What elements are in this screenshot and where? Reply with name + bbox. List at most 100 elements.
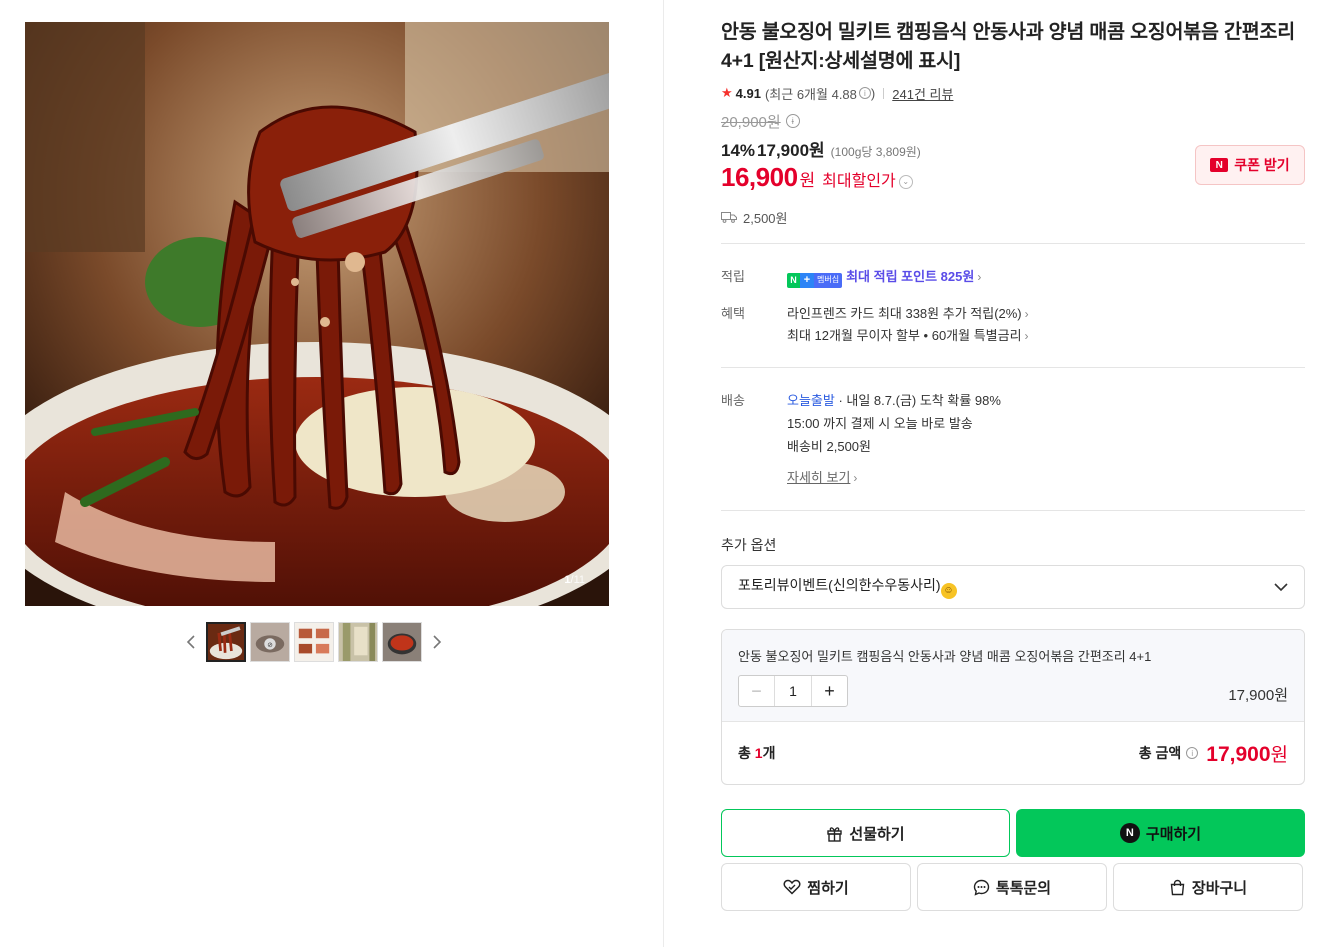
sale-price-currency: 원	[809, 141, 825, 160]
price-block: 20,900원 i 14% 17,900원 (100g당 3,809원) 16,…	[721, 110, 1305, 226]
chevron-right-icon: ›	[1024, 329, 1029, 343]
wish-button[interactable]: 찜하기	[721, 863, 911, 911]
product-title: 안동 불오징어 밀키트 캠핑음식 안동사과 양념 매콤 오징어볶음 간편조리 4…	[721, 21, 1295, 72]
option-selected-value: 포토리뷰이벤트(신의한수우동사리) ☺	[738, 575, 957, 599]
thumbnail-image	[208, 624, 244, 660]
thumbnail-4[interactable]	[338, 622, 378, 662]
quantity-decrease-button[interactable]: −	[739, 676, 775, 706]
delivery-cutoff: 15:00 까지 결제 시 오늘 바로 발송	[787, 416, 973, 431]
delivery-label: 배송	[721, 393, 745, 408]
option-select[interactable]: 포토리뷰이벤트(신의한수우동사리) ☺	[721, 565, 1305, 609]
total-amount: 총 금액 i 17,900원	[1139, 740, 1288, 767]
buy-button[interactable]: N 구매하기	[1016, 809, 1305, 857]
total-count-suffix: 개	[762, 745, 776, 761]
chevron-down-icon	[1274, 582, 1288, 591]
thumbnail-prev-button[interactable]	[180, 622, 202, 662]
gift-button[interactable]: 선물하기	[721, 809, 1010, 857]
thumbnail-1[interactable]	[206, 622, 246, 662]
naver-membership-badge: N + 멤버십	[787, 272, 843, 288]
truck-icon	[721, 212, 737, 223]
original-price: 20,900원 i	[721, 110, 1305, 132]
info-icon[interactable]: i	[858, 87, 871, 99]
delivery-details-link[interactable]: 자세히 보기 ›	[787, 466, 1305, 490]
best-price-currency: 원	[799, 171, 816, 190]
delivery-fee: 배송비 2,500원	[787, 439, 871, 454]
counter-current: 1	[564, 574, 571, 586]
points-info[interactable]: N + 멤버십 최대 적립 포인트 825원 ›	[787, 266, 1305, 288]
recent-rating: (최근 6개월 4.88	[764, 86, 857, 102]
cart-button[interactable]: 장바구니	[1113, 863, 1303, 911]
total-count-value: 1	[754, 745, 763, 761]
talk-button[interactable]: 톡톡문의	[917, 863, 1107, 911]
counter-total: /11	[570, 574, 585, 586]
options-label: 추가 옵션	[721, 537, 777, 553]
best-price: 16,900	[721, 162, 798, 192]
price-info-icon[interactable]: i	[785, 114, 800, 128]
rating-score: 4.91	[735, 85, 761, 101]
gift-button-label: 선물하기	[849, 825, 905, 843]
shipping-fee: 2,500원	[743, 210, 788, 226]
svg-text:⊘: ⊘	[267, 641, 273, 649]
cart-button-label: 장바구니	[1191, 879, 1248, 897]
membership-badge-label: 멤버십	[814, 272, 843, 288]
primary-actions: 선물하기 N 구매하기	[721, 809, 1305, 857]
heart-icon	[783, 879, 801, 895]
order-total: 총 1개 총 금액 i 17,900원	[722, 722, 1304, 784]
main-product-image[interactable]: 1/11	[25, 22, 609, 606]
points-label: 적립	[721, 269, 745, 284]
coupon-button-label: 쿠폰 받기	[1234, 157, 1290, 173]
star-icon: ★	[721, 85, 733, 100]
divider	[721, 510, 1305, 511]
details-link-label: 자세히 보기	[787, 470, 851, 485]
delivery-arrival: · 내일 8.7.(금) 도착 확률 98%	[834, 393, 1001, 408]
quantity-stepper: − 1 +	[738, 675, 848, 707]
chevron-right-icon: ›	[977, 270, 982, 284]
review-count-link[interactable]: 241건 리뷰	[892, 84, 953, 103]
squid-dish-photo	[25, 22, 609, 606]
discount-rate: 14%	[721, 141, 756, 160]
delivery-info: 오늘출발 · 내일 8.7.(금) 도착 확률 98% 15:00 까지 결제 …	[787, 389, 1305, 490]
total-count-prefix: 총	[738, 745, 755, 761]
today-ship-badge: 오늘출발	[787, 393, 835, 408]
delivery-row: 배송 오늘출발 · 내일 8.7.(금) 도착 확률 98% 15:00 까지 …	[721, 389, 1305, 490]
chevron-right-icon: ›	[853, 471, 858, 485]
benefit-installment-link[interactable]: 최대 12개월 무이자 할부 • 60개월 특별금리 ›	[787, 325, 1305, 347]
thumbnail-image	[383, 623, 421, 661]
chevron-right-icon	[433, 635, 442, 649]
selected-item: 안동 불오징어 밀키트 캠핑음식 안동사과 양념 매콤 오징어볶음 간편조리 4…	[722, 630, 1304, 722]
divider	[883, 87, 885, 99]
original-price-value: 20,900원	[721, 113, 781, 131]
benefit-card-text: 라인프렌즈 카드 최대 338원 추가 적립(2%)	[787, 306, 1022, 321]
best-price-toggle[interactable]: 최대할인가	[822, 167, 896, 191]
unit-price: (100g당 3,809원)	[830, 145, 921, 159]
rating-row: ★ 4.91 (최근 6개월 4.88 i ) 241건 리뷰	[721, 84, 1305, 102]
gift-icon	[827, 826, 843, 842]
total-amount-label: 총 금액	[1138, 745, 1182, 761]
option-selected-text: 포토리뷰이벤트(신의한수우동사리)	[738, 577, 941, 594]
chevron-right-icon: ›	[1024, 307, 1029, 321]
benefit-installment-text: 최대 12개월 무이자 할부 • 60개월 특별금리	[787, 328, 1022, 343]
naver-n-icon: N	[1119, 823, 1140, 843]
quantity-increase-button[interactable]: +	[811, 676, 847, 706]
wish-button-label: 찜하기	[807, 879, 849, 897]
total-price: 17,900원	[1206, 740, 1288, 767]
thumbnail-3[interactable]	[294, 622, 334, 662]
total-price-currency: 원	[1270, 744, 1288, 766]
thumbnail-5[interactable]	[382, 622, 422, 662]
coupon-button[interactable]: N 쿠폰 받기	[1195, 145, 1305, 185]
thumbnail-image: ⊘	[251, 623, 289, 661]
total-count: 총 1개	[738, 743, 775, 763]
benefits-section: 적립 N + 멤버십 최대 적립 포인트 825원 › 혜택 라인프렌즈 카드 최대 3…	[721, 244, 1305, 367]
benefit-row: 혜택 라인프렌즈 카드 최대 338원 추가 적립(2%) › 최대 12개월 무…	[721, 303, 1305, 347]
buy-button-label: 구매하기	[1145, 825, 1202, 843]
quantity-input[interactable]: 1	[775, 676, 811, 706]
thumbnail-2[interactable]: ⊘	[250, 622, 290, 662]
thumbnail-image	[339, 623, 377, 661]
benefit-card-link[interactable]: 라인프렌즈 카드 최대 338원 추가 적립(2%) ›	[787, 303, 1305, 325]
smile-emoji-icon: ☺	[940, 582, 957, 599]
thumbnail-next-button[interactable]	[426, 622, 448, 662]
chevron-down-icon[interactable]: ⌄	[898, 174, 913, 189]
selected-item-row: − 1 + 17,900원	[738, 675, 1288, 707]
info-icon[interactable]: i	[1186, 747, 1199, 759]
thumbnail-image	[295, 623, 333, 661]
